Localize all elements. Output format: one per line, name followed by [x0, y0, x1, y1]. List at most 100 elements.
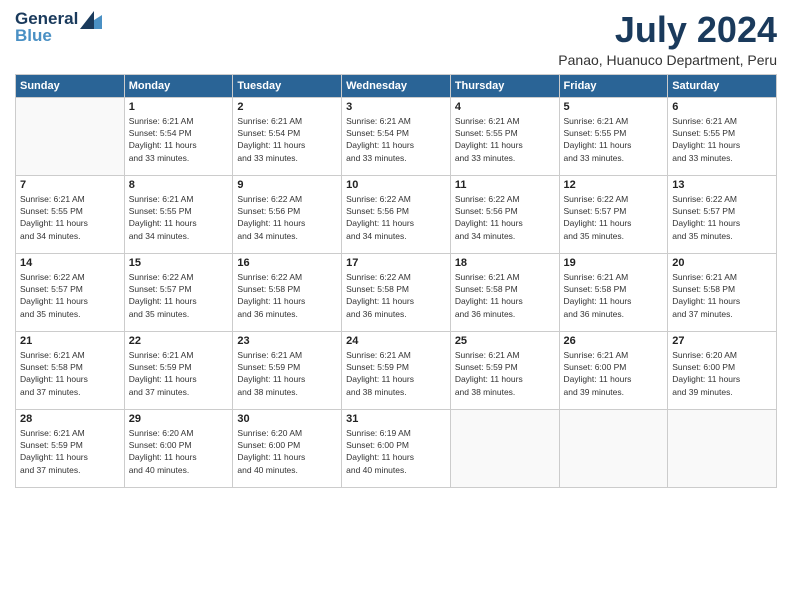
day-number: 19: [564, 257, 664, 269]
col-header-monday: Monday: [124, 74, 233, 97]
page: General Blue July 2024 Panao, Huanuco De…: [0, 0, 792, 612]
col-header-thursday: Thursday: [450, 74, 559, 97]
calendar-cell: 22 Sunrise: 6:21 AMSunset: 5:59 PMDayligh…: [124, 331, 233, 409]
day-number: 6: [672, 101, 772, 113]
calendar-cell: 10 Sunrise: 6:22 AMSunset: 5:56 PMDayligh…: [342, 175, 451, 253]
calendar-cell: 28 Sunrise: 6:21 AMSunset: 5:59 PMDayligh…: [16, 409, 125, 487]
calendar-cell: [450, 409, 559, 487]
day-info: Sunrise: 6:21 AMSunset: 5:55 PMDaylight:…: [564, 115, 664, 164]
calendar-cell: 8Sunrise: 6:21 AMSunset: 5:55 PMDaylight…: [124, 175, 233, 253]
week-row-5: 28 Sunrise: 6:21 AMSunset: 5:59 PMDayligh…: [16, 409, 777, 487]
day-info: Sunrise: 6:21 AMSunset: 5:55 PMDaylight:…: [455, 115, 555, 164]
calendar-cell: 26 Sunrise: 6:21 AMSunset: 6:00 PMDayligh…: [559, 331, 668, 409]
calendar-cell: 3 Sunrise: 6:21 AMSunset: 5:54 PMDaylight…: [342, 97, 451, 175]
day-number: 28: [20, 413, 120, 425]
day-info: Sunrise: 6:21 AMSunset: 5:55 PMDaylight:…: [20, 193, 120, 242]
day-info: Sunrise: 6:21 AMSunset: 5:59 PMDaylight:…: [346, 349, 446, 398]
week-row-2: 7Sunrise: 6:21 AMSunset: 5:55 PMDaylight…: [16, 175, 777, 253]
col-header-sunday: Sunday: [16, 74, 125, 97]
calendar-cell: 12Sunrise: 6:22 AMSunset: 5:57 PMDayligh…: [559, 175, 668, 253]
day-number: 16: [237, 257, 337, 269]
calendar-cell: 13 Sunrise: 6:22 AMSunset: 5:57 PMDayligh…: [668, 175, 777, 253]
calendar-cell: 17 Sunrise: 6:22 AMSunset: 5:58 PMDayligh…: [342, 253, 451, 331]
day-number: 3: [346, 101, 446, 113]
day-number: 2: [237, 101, 337, 113]
day-info: Sunrise: 6:21 AMSunset: 5:59 PMDaylight:…: [237, 349, 337, 398]
day-number: 5: [564, 101, 664, 113]
col-header-tuesday: Tuesday: [233, 74, 342, 97]
day-info: Sunrise: 6:21 AMSunset: 6:00 PMDaylight:…: [564, 349, 664, 398]
day-info: Sunrise: 6:22 AMSunset: 5:57 PMDaylight:…: [20, 271, 120, 320]
calendar-cell: 7Sunrise: 6:21 AMSunset: 5:55 PMDaylight…: [16, 175, 125, 253]
logo-icon: [80, 11, 102, 29]
calendar-cell: 11Sunrise: 6:22 AMSunset: 5:56 PMDayligh…: [450, 175, 559, 253]
day-number: 23: [237, 335, 337, 347]
calendar-cell: 19Sunrise: 6:21 AMSunset: 5:58 PMDayligh…: [559, 253, 668, 331]
calendar-cell: 2 Sunrise: 6:21 AMSunset: 5:54 PMDaylight…: [233, 97, 342, 175]
calendar-cell: 25 Sunrise: 6:21 AMSunset: 5:59 PMDayligh…: [450, 331, 559, 409]
day-info: Sunrise: 6:20 AMSunset: 6:00 PMDaylight:…: [237, 427, 337, 476]
day-number: 29: [129, 413, 229, 425]
day-number: 18: [455, 257, 555, 269]
day-info: Sunrise: 6:20 AMSunset: 6:00 PMDaylight:…: [672, 349, 772, 398]
day-number: 13: [672, 179, 772, 191]
logo-general: General: [15, 10, 78, 27]
day-info: Sunrise: 6:21 AMSunset: 5:54 PMDaylight:…: [129, 115, 229, 164]
calendar-cell: [16, 97, 125, 175]
day-number: 1: [129, 101, 229, 113]
day-number: 27: [672, 335, 772, 347]
day-number: 11: [455, 179, 555, 191]
week-row-4: 21 Sunrise: 6:21 AMSunset: 5:58 PMDayligh…: [16, 331, 777, 409]
day-number: 30: [237, 413, 337, 425]
day-info: Sunrise: 6:22 AMSunset: 5:58 PMDaylight:…: [346, 271, 446, 320]
day-info: Sunrise: 6:21 AMSunset: 5:55 PMDaylight:…: [672, 115, 772, 164]
calendar-cell: 29Sunrise: 6:20 AMSunset: 6:00 PMDayligh…: [124, 409, 233, 487]
header-row: SundayMondayTuesdayWednesdayThursdayFrid…: [16, 74, 777, 97]
subtitle: Panao, Huanuco Department, Peru: [558, 52, 777, 68]
month-title: July 2024: [558, 10, 777, 50]
calendar-cell: 31Sunrise: 6:19 AMSunset: 6:00 PMDayligh…: [342, 409, 451, 487]
day-info: Sunrise: 6:22 AMSunset: 5:57 PMDaylight:…: [129, 271, 229, 320]
day-info: Sunrise: 6:21 AMSunset: 5:58 PMDaylight:…: [672, 271, 772, 320]
calendar-cell: 20 Sunrise: 6:21 AMSunset: 5:58 PMDayligh…: [668, 253, 777, 331]
calendar-cell: 23 Sunrise: 6:21 AMSunset: 5:59 PMDayligh…: [233, 331, 342, 409]
day-info: Sunrise: 6:21 AMSunset: 5:58 PMDaylight:…: [20, 349, 120, 398]
day-number: 20: [672, 257, 772, 269]
day-info: Sunrise: 6:22 AMSunset: 5:57 PMDaylight:…: [672, 193, 772, 242]
day-info: Sunrise: 6:21 AMSunset: 5:59 PMDaylight:…: [20, 427, 120, 476]
day-number: 26: [564, 335, 664, 347]
calendar-cell: 27 Sunrise: 6:20 AMSunset: 6:00 PMDayligh…: [668, 331, 777, 409]
calendar-cell: [559, 409, 668, 487]
day-info: Sunrise: 6:21 AMSunset: 5:54 PMDaylight:…: [346, 115, 446, 164]
day-number: 22: [129, 335, 229, 347]
day-number: 10: [346, 179, 446, 191]
day-number: 25: [455, 335, 555, 347]
day-info: Sunrise: 6:22 AMSunset: 5:56 PMDaylight:…: [237, 193, 337, 242]
calendar-table: SundayMondayTuesdayWednesdayThursdayFrid…: [15, 74, 777, 488]
calendar-cell: 30 Sunrise: 6:20 AMSunset: 6:00 PMDayligh…: [233, 409, 342, 487]
day-number: 31: [346, 413, 446, 425]
calendar-cell: 16 Sunrise: 6:22 AMSunset: 5:58 PMDayligh…: [233, 253, 342, 331]
day-info: Sunrise: 6:22 AMSunset: 5:57 PMDaylight:…: [564, 193, 664, 242]
col-header-friday: Friday: [559, 74, 668, 97]
day-info: Sunrise: 6:21 AMSunset: 5:54 PMDaylight:…: [237, 115, 337, 164]
day-number: 17: [346, 257, 446, 269]
calendar-cell: 1 Sunrise: 6:21 AMSunset: 5:54 PMDaylight…: [124, 97, 233, 175]
day-number: 21: [20, 335, 120, 347]
calendar-cell: 24 Sunrise: 6:21 AMSunset: 5:59 PMDayligh…: [342, 331, 451, 409]
calendar-cell: 15Sunrise: 6:22 AMSunset: 5:57 PMDayligh…: [124, 253, 233, 331]
calendar-cell: 6 Sunrise: 6:21 AMSunset: 5:55 PMDaylight…: [668, 97, 777, 175]
calendar-cell: 9 Sunrise: 6:22 AMSunset: 5:56 PMDaylight…: [233, 175, 342, 253]
calendar-cell: [668, 409, 777, 487]
day-number: 9: [237, 179, 337, 191]
day-number: 24: [346, 335, 446, 347]
day-info: Sunrise: 6:22 AMSunset: 5:56 PMDaylight:…: [346, 193, 446, 242]
day-info: Sunrise: 6:22 AMSunset: 5:58 PMDaylight:…: [237, 271, 337, 320]
day-number: 8: [129, 179, 229, 191]
day-info: Sunrise: 6:21 AMSunset: 5:59 PMDaylight:…: [129, 349, 229, 398]
calendar-cell: 18Sunrise: 6:21 AMSunset: 5:58 PMDayligh…: [450, 253, 559, 331]
day-info: Sunrise: 6:21 AMSunset: 5:59 PMDaylight:…: [455, 349, 555, 398]
calendar-cell: 5 Sunrise: 6:21 AMSunset: 5:55 PMDaylight…: [559, 97, 668, 175]
header: General Blue July 2024 Panao, Huanuco De…: [15, 10, 777, 68]
logo-blue: Blue: [15, 27, 78, 44]
